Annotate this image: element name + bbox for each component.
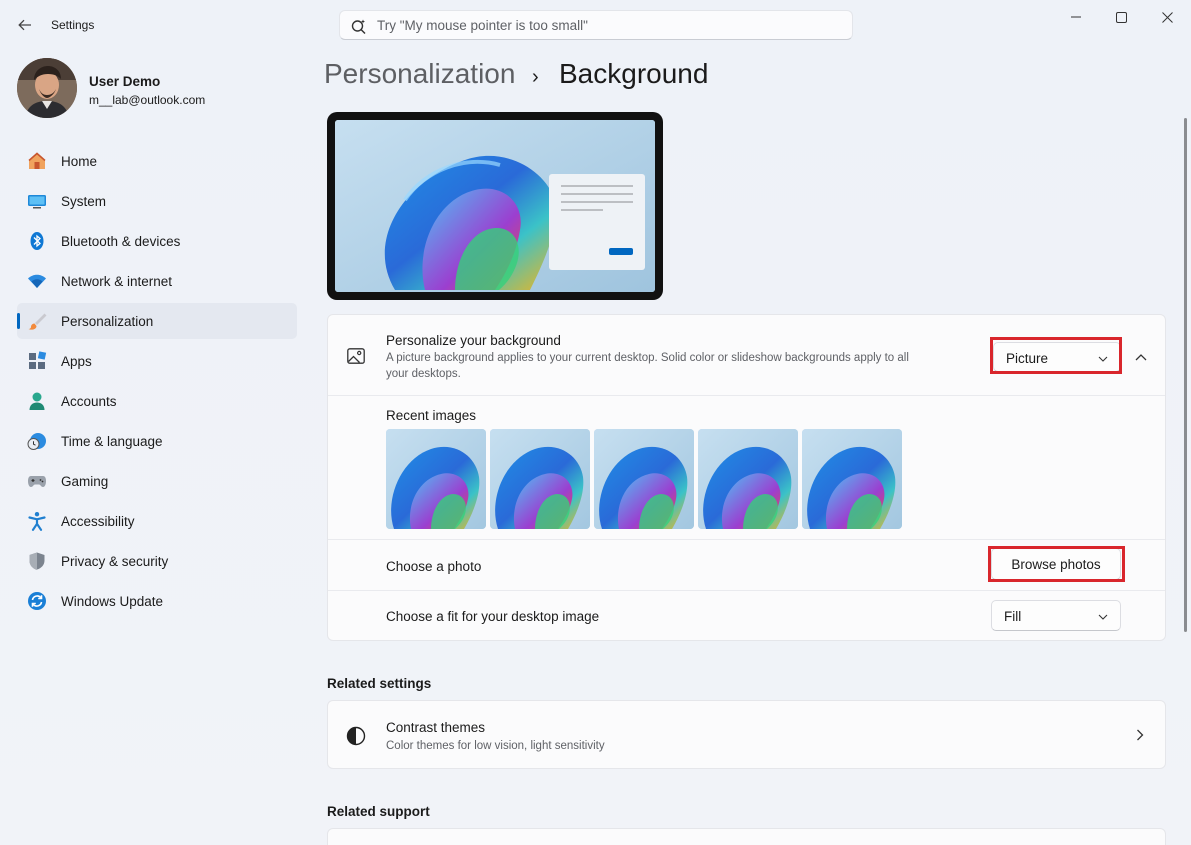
- sidebar-item-accounts[interactable]: Accounts: [17, 383, 297, 419]
- contrast-icon: [346, 726, 366, 746]
- system-icon: [28, 195, 46, 209]
- avatar[interactable]: [17, 58, 77, 118]
- collapse-button[interactable]: [1124, 342, 1158, 372]
- sidebar-item-home[interactable]: Home: [17, 143, 297, 179]
- sidebar-nav: Home System Bluetooth & devices Network …: [17, 143, 297, 623]
- recent-images-label: Recent images: [386, 408, 477, 423]
- sidebar-item-label: Apps: [61, 354, 92, 369]
- choose-photo-label: Choose a photo: [386, 559, 482, 574]
- fit-dropdown[interactable]: Fill: [991, 600, 1121, 631]
- scrollbar[interactable]: [1184, 118, 1187, 632]
- apps-icon: [29, 351, 47, 369]
- sidebar-item-label: Network & internet: [61, 274, 173, 289]
- home-icon: [28, 152, 46, 169]
- settings-window: Settings Try "My mouse pointer is too sm…: [0, 0, 1191, 845]
- close-icon: [1161, 11, 1173, 23]
- breadcrumb-parent[interactable]: Personalization: [324, 58, 515, 90]
- maximize-icon: [1115, 11, 1127, 23]
- background-title: Personalize your background: [386, 333, 561, 348]
- sidebar-item-bluetooth[interactable]: Bluetooth & devices: [17, 223, 297, 259]
- sidebar-item-privacy-security[interactable]: Privacy & security: [17, 543, 297, 579]
- back-button[interactable]: [12, 12, 38, 38]
- background-description-line2: your desktops.: [386, 368, 461, 380]
- chevron-down-icon: [1098, 614, 1108, 620]
- accounts-icon: [29, 392, 45, 410]
- preview-window-mockup: [549, 174, 645, 270]
- update-icon: [28, 592, 46, 610]
- clock-globe-icon: [27, 433, 46, 450]
- page-title: Background: [559, 58, 709, 89]
- sidebar-item-label: Bluetooth & devices: [61, 234, 181, 249]
- picture-icon: [347, 348, 365, 364]
- highlight-box-browse: [988, 546, 1125, 582]
- sidebar-item-label: System: [61, 194, 107, 209]
- fit-row: Choose a fit for your desktop image Fill: [328, 590, 1165, 641]
- brush-icon: [28, 313, 47, 330]
- search-box[interactable]: Try "My mouse pointer is too small": [339, 10, 853, 40]
- selection-indicator: [17, 313, 20, 329]
- highlight-box-type: [990, 337, 1122, 374]
- sidebar-item-time-language[interactable]: Time & language: [17, 423, 297, 459]
- search-input[interactable]: Try "My mouse pointer is too small": [377, 18, 588, 33]
- sidebar-item-label: Accessibility: [61, 514, 135, 529]
- minimize-button[interactable]: [1053, 4, 1099, 30]
- fit-value: Fill: [1004, 609, 1022, 624]
- sidebar-item-system[interactable]: System: [17, 183, 297, 219]
- shield-icon: [29, 552, 45, 570]
- related-support-heading: Related support: [327, 804, 430, 819]
- back-arrow-icon: [18, 19, 31, 31]
- related-support-card: [327, 828, 1166, 845]
- sidebar-item-apps[interactable]: Apps: [17, 343, 297, 379]
- app-title: Settings: [51, 18, 95, 32]
- choose-photo-row: Choose a photo Browse photos: [328, 539, 1165, 590]
- maximize-button[interactable]: [1098, 4, 1144, 30]
- sidebar-item-label: Gaming: [61, 474, 109, 489]
- minimize-icon: [1071, 16, 1081, 18]
- sidebar-item-network[interactable]: Network & internet: [17, 263, 297, 299]
- fit-label: Choose a fit for your desktop image: [386, 609, 600, 624]
- desktop-preview: [327, 112, 663, 300]
- sidebar-item-label: Home: [61, 154, 98, 169]
- sidebar-item-label: Personalization: [61, 314, 154, 329]
- chevron-up-icon: [1135, 354, 1147, 361]
- sidebar-item-label: Windows Update: [61, 594, 164, 609]
- wallpaper-preview: [335, 120, 655, 292]
- recent-image-thumbnail[interactable]: [490, 429, 590, 529]
- accessibility-icon: [28, 512, 46, 531]
- background-description-line1: A picture background applies to your cur…: [386, 352, 909, 364]
- sidebar-item-accessibility[interactable]: Accessibility: [17, 503, 297, 539]
- sidebar-item-label: Accounts: [61, 394, 117, 409]
- recent-image-thumbnail[interactable]: [386, 429, 486, 529]
- related-settings-heading: Related settings: [327, 676, 432, 691]
- recent-image-thumbnail[interactable]: [698, 429, 798, 529]
- sidebar-item-windows-update[interactable]: Windows Update: [17, 583, 297, 619]
- search-icon: [351, 19, 366, 35]
- close-button[interactable]: [1144, 4, 1190, 30]
- title-bar: Settings Try "My mouse pointer is too sm…: [0, 0, 1191, 48]
- wifi-icon: [28, 274, 46, 288]
- gamepad-icon: [28, 476, 46, 487]
- sidebar-item-personalization[interactable]: Personalization: [17, 303, 297, 339]
- sidebar-item-label: Privacy & security: [61, 554, 169, 569]
- bluetooth-icon: [30, 232, 44, 250]
- avatar-image: [17, 58, 77, 118]
- chevron-right-icon: [1137, 729, 1144, 741]
- sidebar-item-gaming[interactable]: Gaming: [17, 463, 297, 499]
- user-email: m__lab@outlook.com: [89, 93, 206, 107]
- user-name: User Demo: [89, 74, 161, 89]
- contrast-themes-title: Contrast themes: [386, 720, 486, 735]
- contrast-themes-description: Color themes for low vision, light sensi…: [386, 740, 605, 752]
- breadcrumb-separator: ›: [532, 66, 539, 88]
- recent-image-thumbnail[interactable]: [802, 429, 902, 529]
- recent-image-thumbnail[interactable]: [594, 429, 694, 529]
- contrast-themes-link[interactable]: Contrast themes Color themes for low vis…: [327, 700, 1166, 769]
- sidebar-item-label: Time & language: [61, 434, 163, 449]
